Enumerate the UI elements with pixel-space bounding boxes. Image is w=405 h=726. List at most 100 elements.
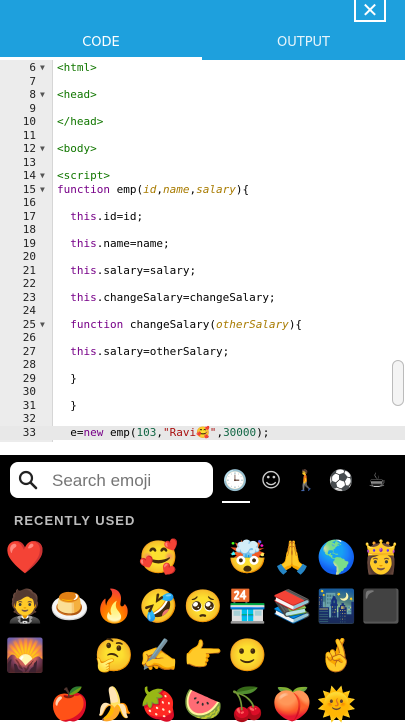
- emoji-key[interactable]: 🤔: [92, 633, 136, 677]
- emoji-key[interactable]: 🌞: [315, 682, 359, 726]
- emoji-key[interactable]: 📚: [270, 584, 314, 628]
- activities-icon[interactable]: ⚽: [328, 467, 354, 493]
- line-number: 16: [22, 196, 36, 209]
- emoji-key[interactable]: 👉: [181, 633, 225, 677]
- emoji-key[interactable]: 😘: [48, 535, 92, 579]
- code-line[interactable]: 29 }: [0, 372, 405, 386]
- code-line[interactable]: 9: [0, 102, 405, 116]
- fold-arrow-icon[interactable]: ▼: [40, 88, 45, 102]
- code-text: this.name=name;: [70, 236, 170, 250]
- emoji-search-input[interactable]: [50, 468, 214, 494]
- emoji-key[interactable]: 🍑: [270, 682, 314, 726]
- emoji-key[interactable]: 🙂: [226, 633, 270, 677]
- code-text: }: [57, 398, 77, 412]
- emoji-key[interactable]: 🌎: [315, 535, 359, 579]
- code-text: e=new emp(103,"Ravi🥰",30000);: [57, 425, 270, 439]
- line-number: 9: [29, 101, 36, 115]
- code-line[interactable]: 24: [0, 304, 405, 318]
- line-number: 12: [22, 142, 36, 155]
- objects-icon[interactable]: ☕: [364, 467, 390, 493]
- code-line[interactable]: 23 this.changeSalary=changeSalary;: [0, 291, 405, 305]
- code-text: this.salary=salary;: [70, 263, 197, 277]
- fold-arrow-icon[interactable]: ▼: [40, 183, 45, 197]
- emoji-key[interactable]: 😃: [359, 682, 403, 726]
- code-line[interactable]: 7: [0, 75, 405, 89]
- fold-arrow-icon[interactable]: ▼: [40, 169, 45, 183]
- code-line[interactable]: 21 this.salary=salary;: [0, 264, 405, 278]
- fold-arrow-icon[interactable]: ▼: [40, 61, 45, 75]
- code-line[interactable]: 33 e=new emp(103,"Ravi🥰",30000);: [0, 426, 405, 440]
- emoji-search-box[interactable]: [10, 462, 214, 498]
- emoji-key[interactable]: 🤯: [226, 535, 270, 579]
- code-text: this.id=id;: [70, 209, 144, 223]
- emoji-key[interactable]: 🍮: [48, 584, 92, 628]
- section-label: RECENTLY USED: [14, 513, 136, 528]
- code-text: }: [57, 371, 77, 385]
- code-line[interactable]: 28: [0, 358, 405, 372]
- emoji-key[interactable]: 😊: [3, 682, 47, 726]
- code-line[interactable]: 14 ▼ <script>: [0, 169, 405, 183]
- code-line[interactable]: 32: [0, 412, 405, 426]
- emoji-key[interactable]: ⬛: [359, 584, 403, 628]
- emoji-key[interactable]: 🔥: [92, 584, 136, 628]
- emoji-key[interactable]: 🌄: [3, 633, 47, 677]
- emoji-key[interactable]: ❤️: [3, 535, 47, 579]
- emoji-key[interactable]: 🤵: [3, 584, 47, 628]
- line-number: 15: [22, 182, 36, 196]
- tab-output[interactable]: OUTPUT: [202, 34, 405, 60]
- emoji-key[interactable]: 🌃: [315, 584, 359, 628]
- fold-arrow-icon[interactable]: ▼: [40, 318, 45, 332]
- emoji-key[interactable]: 🙏: [270, 535, 314, 579]
- code-text: this.salary=otherSalary;: [70, 344, 230, 358]
- code-line[interactable]: 13: [0, 156, 405, 170]
- emoji-key[interactable]: 👸: [359, 535, 403, 579]
- emoji-key[interactable]: 🤞: [315, 633, 359, 677]
- line-number: 29: [22, 371, 36, 385]
- emoji-key[interactable]: 🍒: [226, 682, 270, 726]
- code-line[interactable]: 10 </head>: [0, 115, 405, 129]
- code-line[interactable]: 18: [0, 223, 405, 237]
- emoji-key[interactable]: 😴: [270, 633, 321, 677]
- emoji-key[interactable]: 😳: [181, 535, 225, 579]
- code-line[interactable]: 11: [0, 129, 405, 143]
- code-line[interactable]: 8 ▼ <head>: [0, 88, 405, 102]
- emoji-key[interactable]: 🥰: [137, 535, 181, 579]
- emoji-key[interactable]: 🍎: [48, 682, 92, 726]
- code-text: <html>: [57, 61, 97, 74]
- emoji-key[interactable]: 😅: [48, 633, 92, 677]
- code-text: <body>: [57, 142, 97, 155]
- emoji-key[interactable]: 😁: [359, 633, 403, 677]
- code-line[interactable]: 16: [0, 196, 405, 210]
- code-line[interactable]: 12 ▼ <body>: [0, 142, 405, 156]
- code-editor[interactable]: 6 ▼ <html> 7 8 ▼ <head> 9 10 </head> 11 12 ▼ <body> 13…: [0, 60, 405, 442]
- emoji-key[interactable]: 🥺: [181, 584, 225, 628]
- emoji-key[interactable]: 😍: [92, 535, 136, 579]
- code-line[interactable]: 22: [0, 277, 405, 291]
- emoji-key[interactable]: 🏪: [226, 584, 270, 628]
- fold-arrow-icon[interactable]: ▼: [40, 142, 45, 156]
- recent-clock-icon[interactable]: 🕒: [222, 467, 248, 493]
- code-line[interactable]: 15 ▼ function emp(id,name,salary){: [0, 183, 405, 197]
- code-line[interactable]: 25 ▼ function changeSalary(otherSalary){: [0, 318, 405, 332]
- emoji-key[interactable]: 🍓: [137, 682, 181, 726]
- scroll-handle[interactable]: [392, 360, 404, 406]
- line-number: 17: [22, 209, 36, 223]
- people-icon[interactable]: 🚶: [293, 467, 319, 493]
- emoji-key[interactable]: 🤣: [137, 584, 181, 628]
- code-line[interactable]: 17 this.id=id;: [0, 210, 405, 224]
- emoji-keyboard: 🕒 ☺ 🚶 ⚽ ☕ RECENTLY USED ❤️😘😍🥰😳🤯🙏🌎👸 🤵🍮🔥🤣🥺🏪📚🌃⬛ 🌄…: [0, 455, 405, 723]
- code-line[interactable]: 20: [0, 250, 405, 264]
- emoji-key[interactable]: 🍉: [181, 682, 225, 726]
- code-line[interactable]: 19 this.name=name;: [0, 237, 405, 251]
- code-line[interactable]: 6 ▼ <html>: [0, 61, 405, 75]
- code-line[interactable]: 27 this.salary=otherSalary;: [0, 345, 405, 359]
- emoji-key[interactable]: ✍️: [137, 633, 181, 677]
- close-icon: ✕: [361, 0, 379, 22]
- close-button[interactable]: ✕: [354, 0, 386, 22]
- smileys-icon[interactable]: ☺: [258, 467, 284, 493]
- code-line[interactable]: 26: [0, 331, 405, 345]
- line-number: 14: [22, 169, 36, 182]
- code-line[interactable]: 30: [0, 385, 405, 399]
- code-line[interactable]: 31 }: [0, 399, 405, 413]
- emoji-key[interactable]: 🍌: [92, 682, 136, 726]
